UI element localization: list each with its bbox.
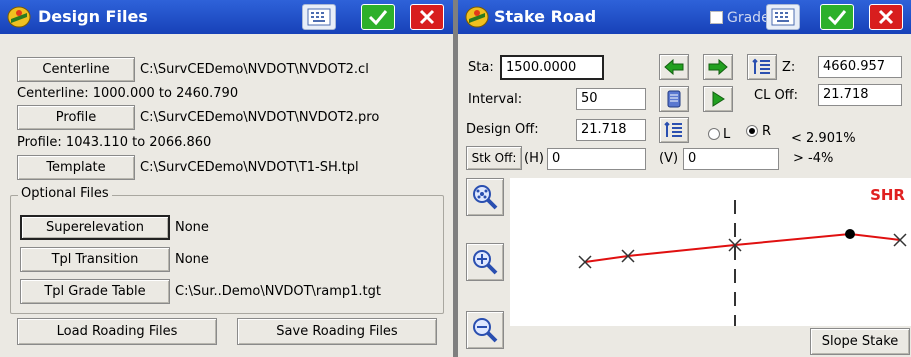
- keyboard-button[interactable]: [302, 4, 336, 30]
- profile-range: Profile: 1043.110 to 2066.860: [17, 135, 212, 150]
- side-right-label: R: [762, 124, 772, 139]
- app-logo-icon: [465, 6, 489, 28]
- design-files-window: Design Files Centerline C:\SurvCEDemo\NV…: [0, 0, 453, 357]
- cl-off-field[interactable]: 21.718: [818, 84, 902, 106]
- keyboard-icon: [771, 8, 795, 26]
- station-input[interactable]: 1500.0000: [500, 55, 604, 80]
- side-left-label: L: [723, 127, 731, 142]
- template-path: C:\SurvCEDemo\NVDOT\T1-SH.tpl: [140, 160, 359, 175]
- close-icon: [419, 9, 435, 25]
- station-forward-button[interactable]: [703, 54, 733, 80]
- shr-label: SHR: [870, 186, 905, 204]
- h-offset-input[interactable]: 0: [547, 148, 646, 170]
- grade-label: Grade: [727, 10, 770, 26]
- storage-icon: [667, 90, 681, 108]
- interval-label: Interval:: [468, 92, 523, 107]
- play-icon: [712, 91, 725, 107]
- ok-button[interactable]: [361, 4, 395, 30]
- zoom-extents-button[interactable]: [466, 178, 504, 216]
- z-field[interactable]: 4660.957: [818, 56, 902, 78]
- superelevation-button[interactable]: Superelevation: [20, 215, 170, 240]
- v-offset-input[interactable]: 0: [683, 148, 779, 170]
- template-button[interactable]: Template: [17, 155, 135, 180]
- store-point-button[interactable]: [659, 86, 689, 112]
- keyboard-icon: [307, 8, 331, 26]
- tpl-grade-table-button[interactable]: Tpl Grade Table: [20, 279, 170, 304]
- superelevation-value: None: [175, 220, 209, 235]
- tpl-grade-table-value: C:\Sur..Demo\NVDOT\ramp1.tgt: [175, 284, 382, 299]
- interval-input[interactable]: 50: [576, 88, 646, 110]
- centerline-button[interactable]: Centerline: [17, 57, 135, 82]
- tpl-transition-value: None: [175, 252, 209, 267]
- cross-section-drawing: [578, 200, 907, 326]
- close-icon: [878, 9, 894, 25]
- tpl-transition-button[interactable]: Tpl Transition: [20, 247, 170, 272]
- stake-road-window: Stake Road Grade Sta: 1500.0000 Z: 4660.…: [458, 0, 911, 357]
- save-roading-files-button[interactable]: Save Roading Files: [237, 318, 437, 345]
- app-logo-icon: [7, 6, 31, 28]
- current-position-dot: [845, 229, 855, 239]
- zoom-in-icon: [473, 250, 498, 275]
- station-list-button[interactable]: [747, 54, 777, 80]
- arrow-left-icon: [664, 59, 684, 75]
- ok-button[interactable]: [820, 4, 854, 30]
- zoom-extents-icon: [473, 185, 498, 210]
- centerline-path: C:\SurvCEDemo\NVDOT\NVDOT2.cl: [140, 62, 369, 77]
- window-title: Design Files: [38, 7, 148, 26]
- load-roading-files-button[interactable]: Load Roading Files: [17, 318, 217, 345]
- side-right-radio[interactable]: [746, 125, 758, 137]
- keyboard-button[interactable]: [766, 4, 800, 30]
- design-files-titlebar: Design Files: [0, 0, 453, 34]
- close-button[interactable]: [410, 4, 444, 30]
- design-off-input[interactable]: 21.718: [576, 119, 646, 141]
- profile-path: C:\SurvCEDemo\NVDOT\NVDOT2.pro: [140, 110, 380, 125]
- zoom-in-button[interactable]: [466, 243, 504, 281]
- list-icon: [664, 121, 682, 137]
- slope-up-readout: < 2.901%: [791, 131, 856, 146]
- list-icon: [752, 58, 770, 74]
- v-label: (V): [659, 151, 679, 166]
- slope-stake-button[interactable]: Slope Stake: [810, 328, 910, 355]
- window-title: Stake Road: [494, 7, 597, 26]
- zoom-out-icon: [473, 318, 498, 343]
- design-section-line: [584, 232, 901, 263]
- checkmark-icon: [827, 10, 847, 26]
- zoom-out-button[interactable]: [466, 311, 504, 349]
- station-back-button[interactable]: [659, 54, 689, 80]
- checkmark-icon: [368, 10, 388, 26]
- design-off-list-button[interactable]: [659, 117, 689, 143]
- optional-files-label: Optional Files: [18, 186, 112, 201]
- play-button[interactable]: [703, 86, 733, 112]
- z-label: Z:: [782, 60, 796, 75]
- cl-off-label: CL Off:: [754, 88, 799, 103]
- centerline-range: Centerline: 1000.000 to 2460.790: [17, 86, 239, 101]
- profile-button[interactable]: Profile: [17, 105, 135, 130]
- slope-down-readout: > -4%: [793, 151, 834, 166]
- sta-label: Sta:: [468, 60, 494, 75]
- arrow-right-icon: [708, 59, 728, 75]
- close-button[interactable]: [869, 4, 903, 30]
- side-left-radio[interactable]: [708, 128, 720, 140]
- cross-section-view[interactable]: SHR: [510, 178, 911, 326]
- h-label: (H): [524, 151, 544, 166]
- design-off-label: Design Off:: [466, 122, 539, 137]
- grade-checkbox[interactable]: [710, 11, 723, 24]
- stk-off-button[interactable]: Stk Off:: [466, 146, 522, 170]
- stake-road-titlebar: Stake Road Grade: [458, 0, 911, 34]
